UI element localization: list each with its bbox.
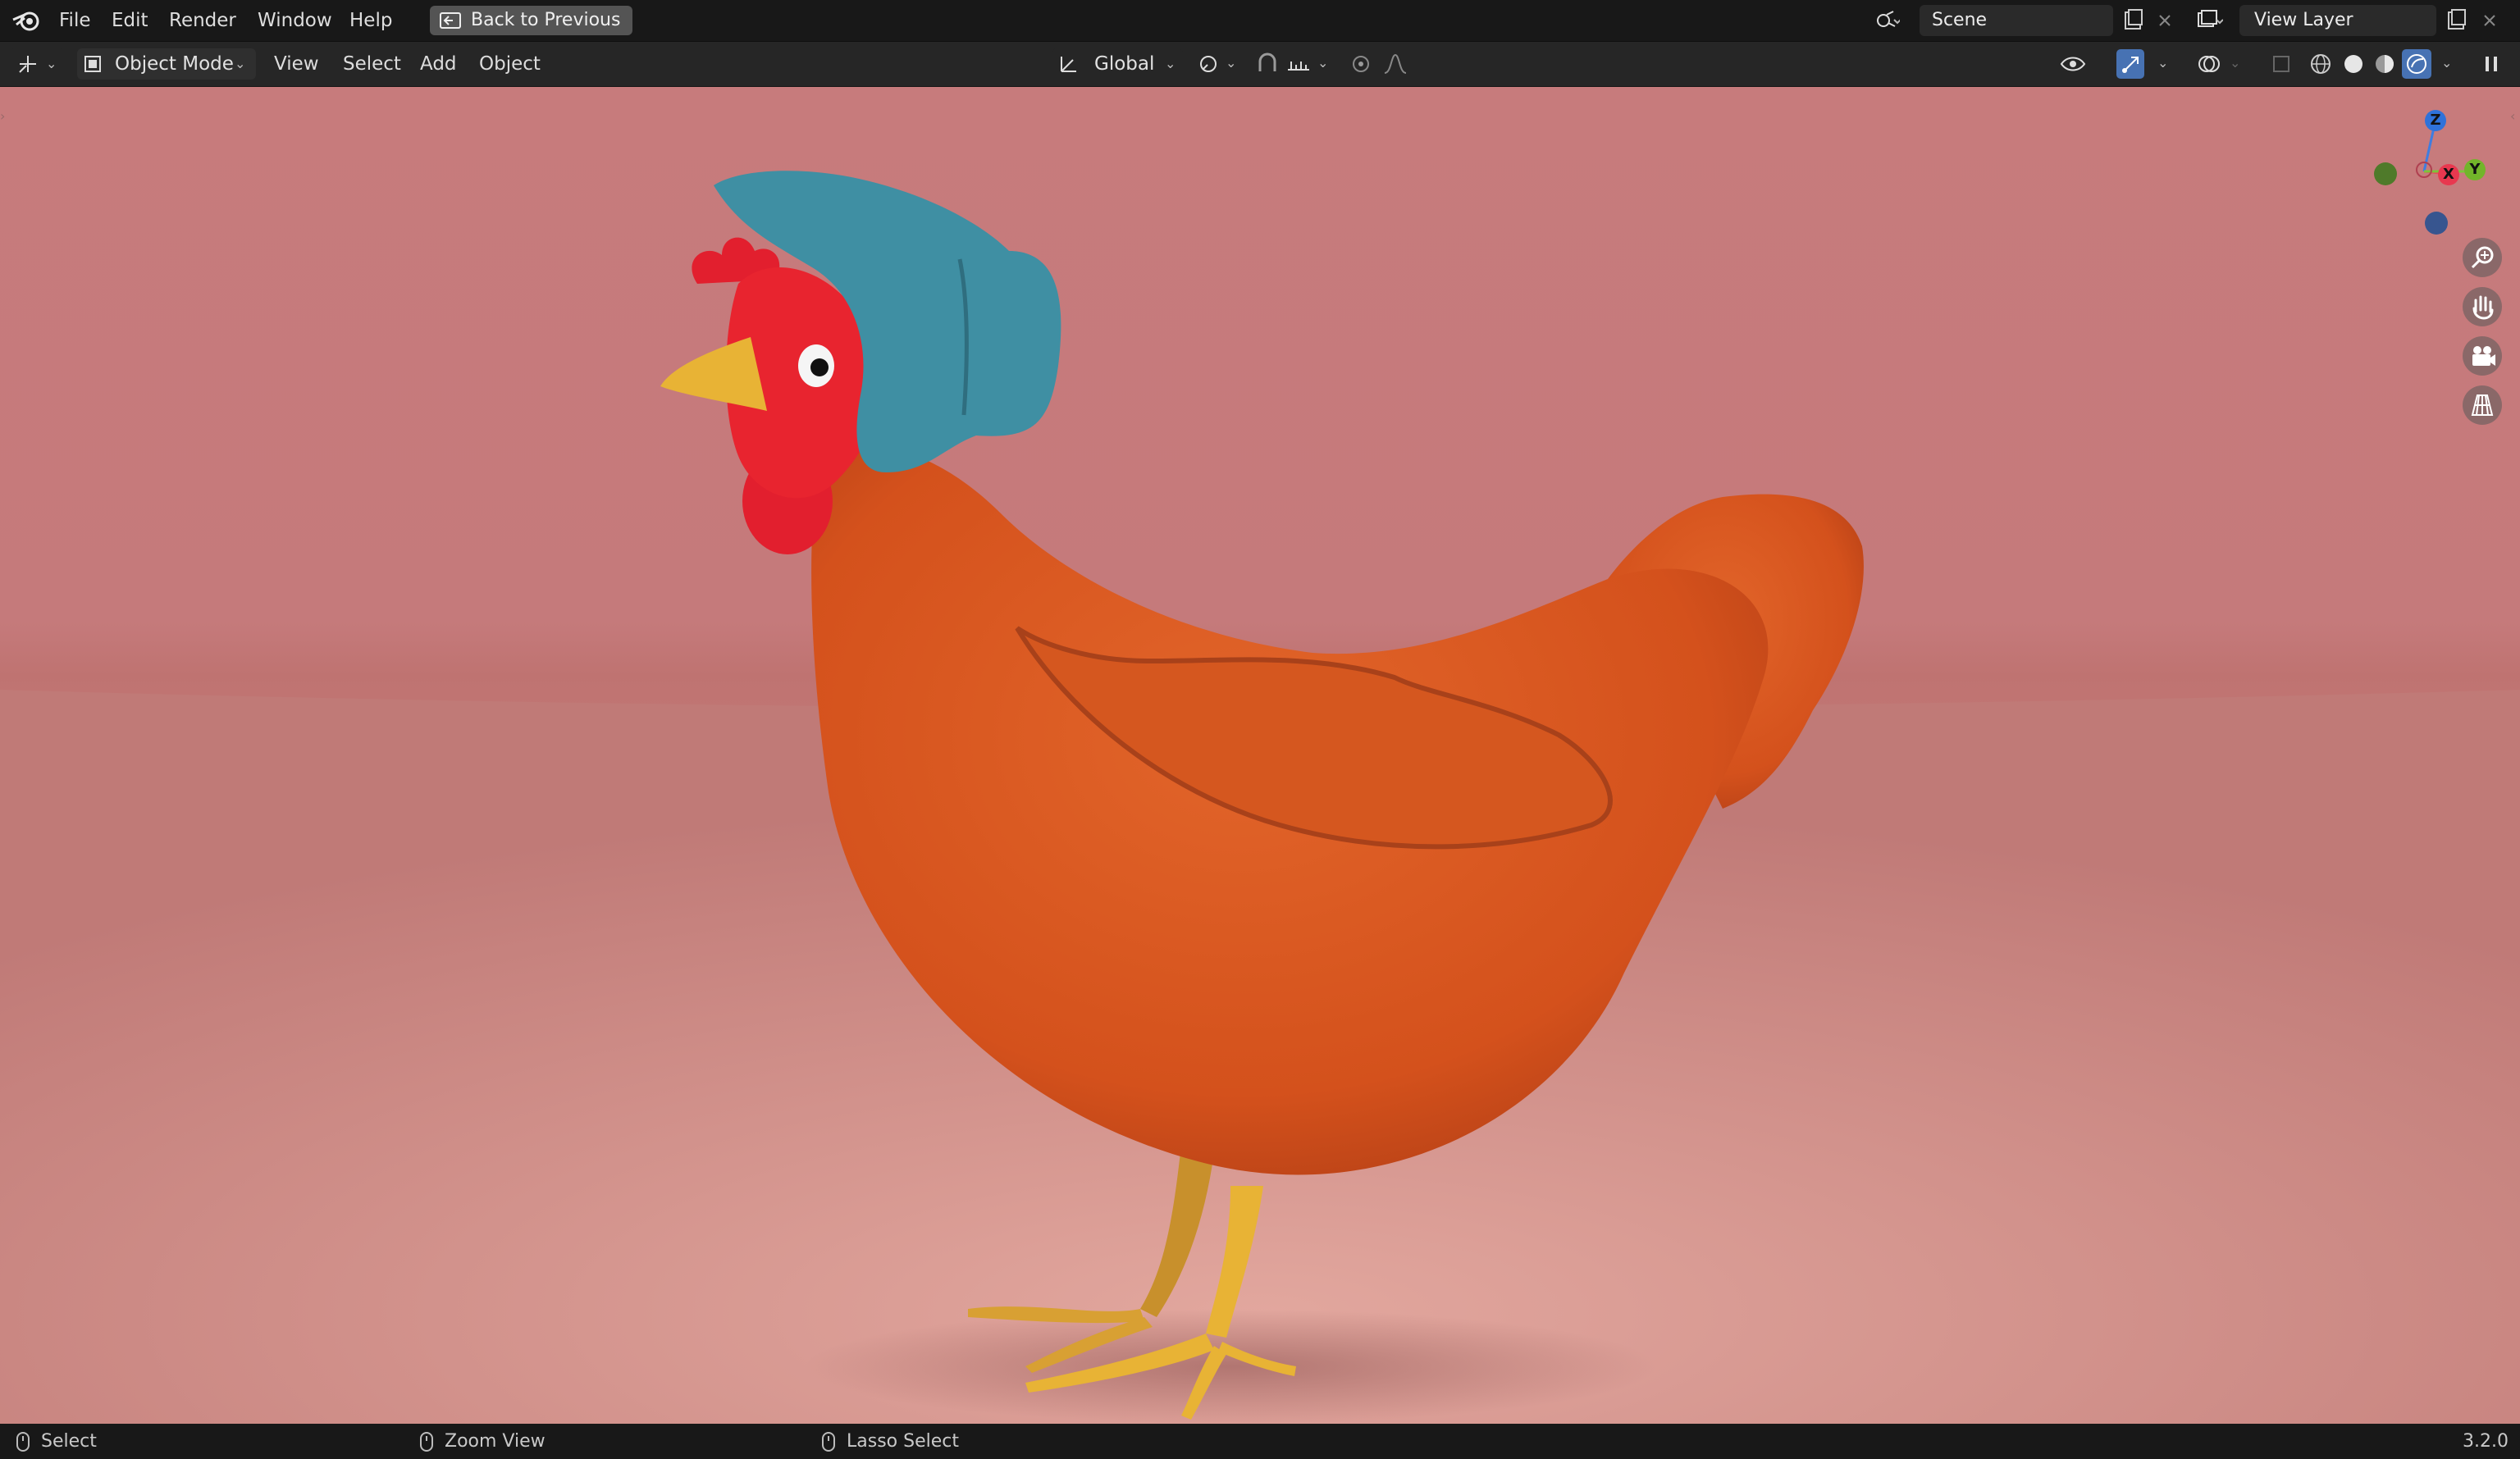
gizmo-icon [2122,57,2139,73]
sidebar-toggle-right[interactable]: ‹ [2510,108,2520,128]
menu-file[interactable]: File [51,0,99,41]
scene-name-field[interactable]: Scene [1920,5,2113,36]
rendered-shading-button[interactable] [2402,49,2431,79]
top-bar: File Edit Render Window Help Back to Pre… [0,0,2520,42]
perspective-toggle-button[interactable] [2463,385,2502,425]
status-select-label: Select [41,1431,97,1452]
rendered-icon [2407,54,2426,74]
blender-logo-icon[interactable] [11,8,41,33]
gizmo-neg-y-axis[interactable] [2374,162,2397,185]
chicken-beak [660,337,767,411]
visibility-icon[interactable] [2059,50,2087,78]
falloff-icon[interactable] [1381,50,1409,78]
navigation-gizmo[interactable]: Z X Y [2362,102,2494,235]
editor-type-icon [19,56,36,73]
mouse-middle-icon [420,1432,433,1452]
orientation-icon [1061,57,1076,72]
menu-render[interactable]: Render [161,0,244,41]
version-label: 3.2.0 [2463,1431,2509,1452]
viewport-header: ⌄ Object Mode ⌄ View Select Add Object G… [0,42,2520,87]
transform-orientation-dropdown[interactable]: Global ⌄ [1052,48,1183,80]
back-to-previous-label: Back to Previous [471,10,621,30]
view-layer-name: View Layer [2254,10,2353,30]
wireframe-icon[interactable] [2307,50,2335,78]
back-icon [440,12,461,29]
gizmo-toggle[interactable] [2116,49,2144,79]
transform-orientation-label: Global [1094,53,1155,75]
pause-icon[interactable] [2477,50,2505,78]
status-bar: Select Zoom View Lasso Select 3.2.0 [0,1424,2520,1459]
status-zoom-view: Zoom View [420,1424,546,1459]
grid-icon [2471,394,2494,416]
toolbar-toggle-left[interactable]: › [0,108,10,128]
status-lasso-select-label: Lasso Select [847,1431,959,1452]
status-lasso-select: Lasso Select [822,1424,959,1459]
gizmo-z-axis[interactable]: Z [2425,110,2446,131]
pan-button[interactable] [2463,287,2502,326]
camera-icon [2472,346,2495,366]
gizmo-x-axis[interactable]: X [2438,164,2459,185]
menu-help[interactable]: Help [341,0,400,41]
header-view-menu[interactable]: View [274,42,319,86]
3d-viewport[interactable]: › ‹ Z X Y [0,87,2520,1424]
new-view-layer-icon[interactable] [2442,7,2470,34]
rendered-scene [0,171,2520,1424]
snap-icon[interactable] [1253,50,1281,78]
header-add-menu[interactable]: Add [420,42,457,86]
menu-window[interactable]: Window [249,0,340,41]
zoom-button[interactable] [2463,238,2502,277]
status-select: Select [16,1424,97,1459]
header-select-menu[interactable]: Select [343,42,401,86]
status-zoom-view-label: Zoom View [445,1431,546,1452]
scene-name: Scene [1932,10,1988,30]
view-layer-field[interactable]: View Layer [2239,5,2436,36]
material-icon[interactable] [2371,50,2399,78]
object-mode-label: Object Mode [115,53,234,75]
overlay-icon[interactable] [2195,50,2223,78]
editor-type-dropdown[interactable]: ⌄ [10,48,64,80]
chicken-shadow [804,1309,1657,1424]
zoom-icon [2471,246,2494,269]
object-mode-icon [84,56,101,72]
mouse-right-icon [822,1432,835,1452]
object-mode-dropdown[interactable]: Object Mode ⌄ [77,48,256,80]
proportional-icon[interactable] [1347,50,1375,78]
header-object-menu[interactable]: Object [479,42,541,86]
snap-increment-icon[interactable] [1285,50,1312,78]
pivot-icon[interactable] [1196,50,1224,78]
gizmo-y-axis[interactable]: Y [2464,159,2486,180]
xray-icon[interactable] [2267,50,2295,78]
camera-view-button[interactable] [2463,336,2502,376]
new-scene-icon[interactable] [2119,7,2147,34]
pan-hand-icon [2472,295,2494,320]
view-layer-icon[interactable] [2195,7,2223,34]
close-icon[interactable] [2151,7,2179,34]
close-view-layer-icon[interactable] [2476,7,2504,34]
menu-edit[interactable]: Edit [103,0,157,41]
solid-icon[interactable] [2340,50,2367,78]
back-to-previous-button[interactable]: Back to Previous [430,6,632,35]
gizmo-neg-z-axis[interactable] [2425,212,2448,235]
scene-icon[interactable] [1872,7,1900,34]
mouse-left-icon [16,1432,30,1452]
